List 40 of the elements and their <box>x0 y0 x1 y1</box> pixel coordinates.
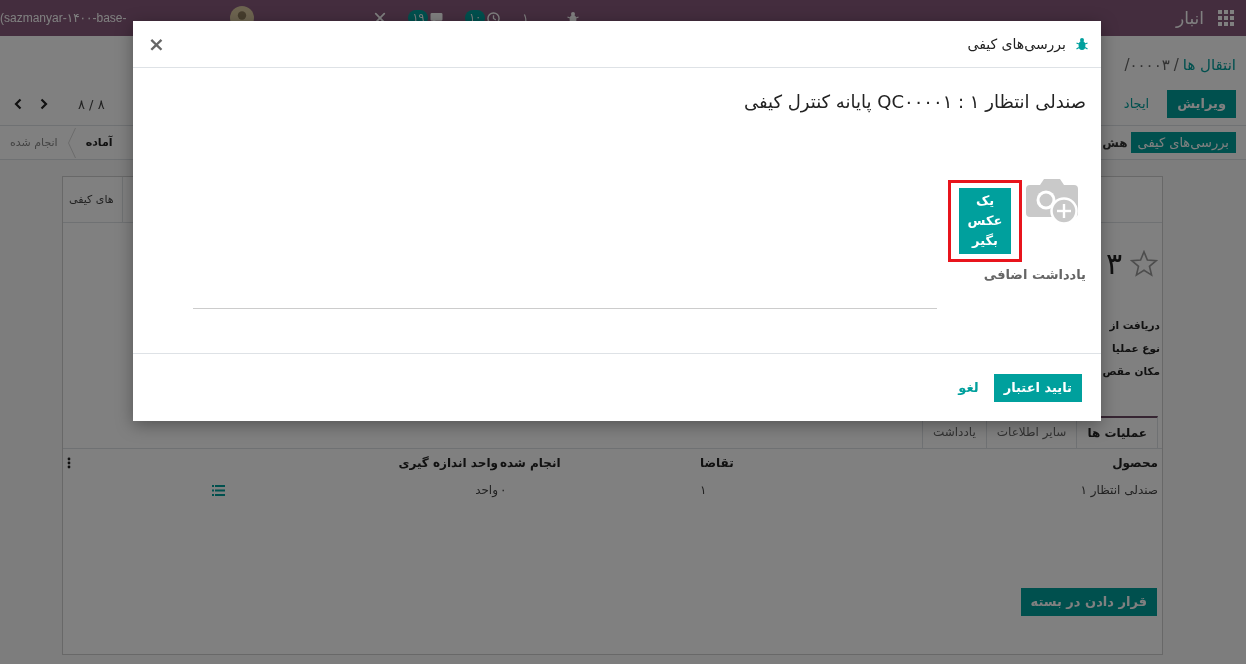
column-header[interactable]: تقاضا <box>700 456 734 470</box>
close-button[interactable]: × <box>146 34 167 54</box>
vertical-dots-icon[interactable] <box>67 457 71 469</box>
database-name: (sazmanyar-۱۴۰۰-base- <box>0 11 127 25</box>
dialog-title: بررسی‌های کیفی <box>967 36 1066 52</box>
status-stage[interactable]: انجام شده <box>0 136 68 149</box>
cross-icon[interactable] <box>374 12 387 24</box>
pager-value: ۸ / ۸ <box>78 96 105 112</box>
chevron-left-icon <box>14 98 22 110</box>
column-header[interactable]: واحد اندازه گیری <box>398 456 500 470</box>
record-title: ۳ <box>1105 247 1122 281</box>
column-header[interactable]: محصول <box>1112 456 1158 470</box>
table-cell: ۱ <box>700 483 707 497</box>
apps-grid-icon[interactable] <box>1218 10 1234 26</box>
chevron-right-icon <box>40 98 48 110</box>
put-in-pack-button[interactable]: قرار دادن در بسته <box>1020 588 1157 616</box>
star-icon[interactable] <box>1130 250 1158 278</box>
field-label: نوع عملیا <box>1111 341 1160 357</box>
status-stage[interactable]: آماده <box>75 136 123 149</box>
chat-icon[interactable] <box>430 12 444 24</box>
breadcrumb-separator: / <box>1173 56 1179 74</box>
note-label: یادداشت اضافی <box>982 267 1086 282</box>
bug-icon <box>1076 37 1088 51</box>
column-header[interactable]: انجام شده <box>500 456 561 470</box>
app-name: انبار <box>1176 8 1204 28</box>
quality-checks-button[interactable]: بررسی‌های کیفی <box>1130 132 1236 153</box>
statusbar-button[interactable]: هش <box>1102 132 1128 153</box>
take-photo-button[interactable]: یک عکس بگیر <box>959 188 1011 254</box>
cancel-button[interactable]: لغو <box>955 373 982 402</box>
edit-button[interactable]: ویرایش <box>1167 90 1236 118</box>
dialog-heading: صندلی انتظار ۱ : QC۰۰۰۰۱ پایانه کنترل کیفی <box>743 90 1086 114</box>
table-cell: صندلی انتظار ۱ <box>1080 483 1158 497</box>
breadcrumb-current: /۰۰۰۰۳ <box>1124 56 1170 74</box>
table-cell: ۰ <box>500 483 507 497</box>
validate-button[interactable]: تایید اعتبار <box>993 373 1082 402</box>
breadcrumb-link[interactable]: انتقال ها <box>1182 56 1236 74</box>
table-cell-text: واحد <box>475 483 499 497</box>
create-button[interactable]: ایجاد <box>1113 90 1160 118</box>
field-label: دریافت از <box>1109 318 1160 334</box>
field-label: مکان مقص <box>1102 364 1160 380</box>
